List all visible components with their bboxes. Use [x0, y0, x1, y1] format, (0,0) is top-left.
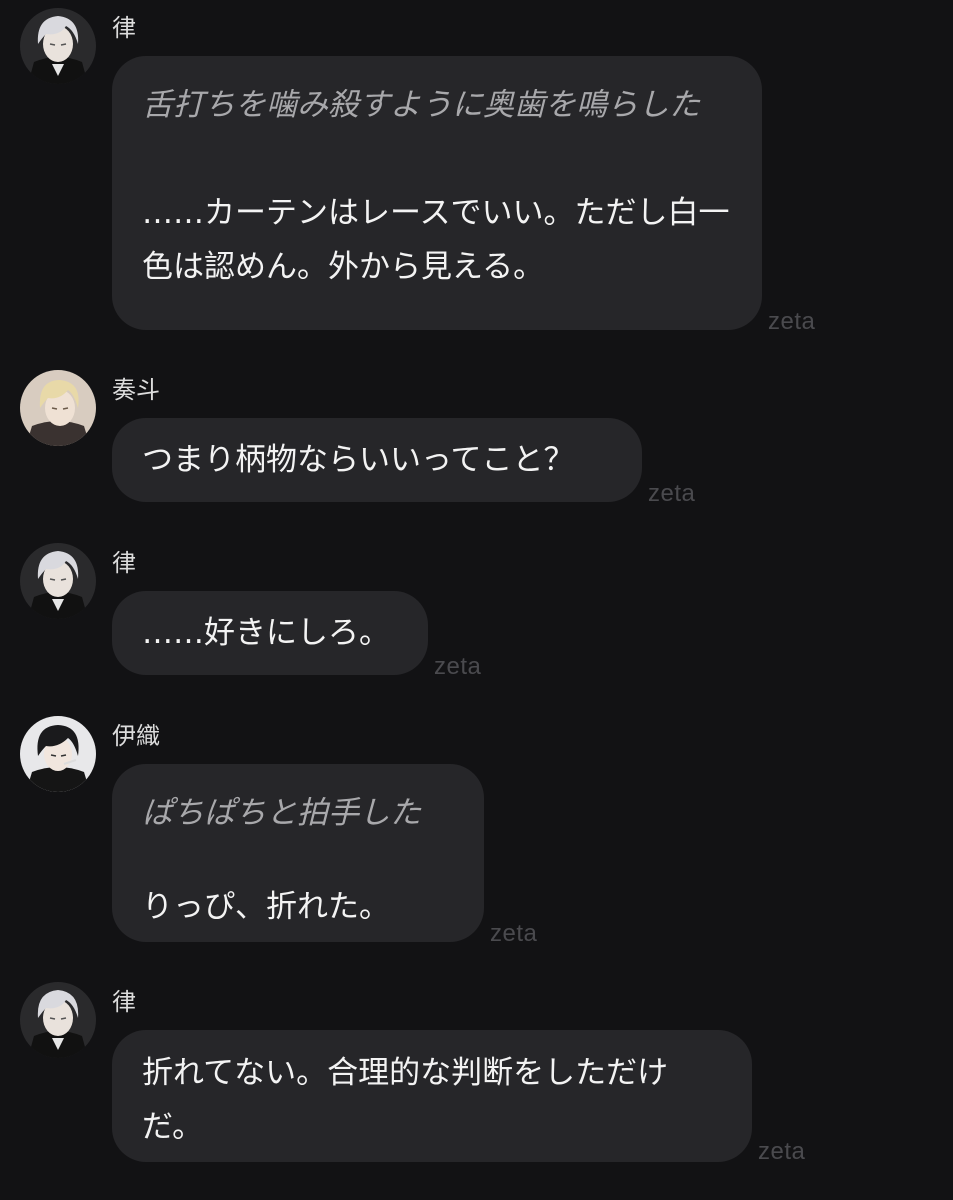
zeta-watermark: zeta [434, 653, 482, 680]
speech-text: つまり柄物ならいいってこと？ [142, 442, 575, 478]
black-hair-avatar-icon [20, 716, 96, 792]
chat-screen: { "messages": [ { "sender": "律", "avatar… [0, 0, 953, 1200]
speech-text: ……カーテンはレースでいい。ただし白一色は認めん。外から見える。 [142, 195, 730, 285]
silver-hair-avatar-icon [20, 982, 96, 1058]
avatar-silver-hair[interactable] [20, 543, 96, 619]
speech-text: りっぴ、折れた。 [142, 889, 390, 925]
action-text: 舌打ちを噛み殺すように奥歯を鳴らした [142, 87, 700, 123]
blonde-hair-avatar-icon [20, 370, 96, 446]
sender-name: 律 [112, 988, 136, 1016]
speech-text: ……好きにしろ。 [142, 615, 390, 651]
action-text: ぱちぱちと拍手した [142, 795, 421, 831]
avatar-silver-hair[interactable] [20, 982, 96, 1058]
avatar-blonde-hair[interactable] [20, 370, 96, 446]
sender-name: 伊織 [112, 722, 160, 750]
message-bubble[interactable]: ……好きにしろ。 [112, 591, 428, 675]
speech-text: 折れてない。合理的な判断をしただけだ。 [142, 1055, 669, 1145]
zeta-watermark: zeta [490, 920, 538, 947]
zeta-watermark: zeta [648, 480, 696, 507]
zeta-watermark: zeta [758, 1138, 806, 1165]
message-bubble[interactable]: 舌打ちを噛み殺すように奥歯を鳴らした ……カーテンはレースでいい。ただし白一色は… [112, 56, 762, 330]
silver-hair-avatar-icon [20, 8, 96, 84]
silver-hair-avatar-icon [20, 543, 96, 619]
message-bubble[interactable]: つまり柄物ならいいってこと？ [112, 418, 642, 502]
sender-name: 律 [112, 14, 136, 42]
message-bubble[interactable]: 折れてない。合理的な判断をしただけだ。 [112, 1030, 752, 1162]
avatar-silver-hair[interactable] [20, 8, 96, 84]
message-bubble[interactable]: ぱちぱちと拍手した りっぴ、折れた。 [112, 764, 484, 942]
sender-name: 奏斗 [112, 376, 160, 404]
sender-name: 律 [112, 549, 136, 577]
zeta-watermark: zeta [768, 308, 816, 335]
avatar-black-hair[interactable] [20, 716, 96, 792]
